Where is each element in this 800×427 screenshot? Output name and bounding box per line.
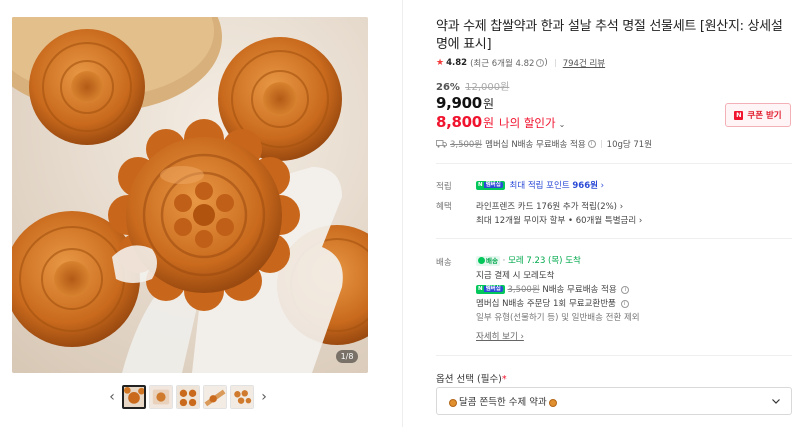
npay-badge-n: N: [478, 182, 483, 188]
shipping-summary: 3,500원 멤버십 N배송 무료배송 적용 i 10g당 71원: [436, 138, 652, 150]
free-return-text: 멤버십 N배송 주문당 1회 무료교환반품: [476, 299, 616, 309]
section-divider: [436, 355, 792, 356]
column-divider: [402, 0, 403, 427]
coupon-label: 쿠폰 받기: [747, 111, 782, 121]
thumbnail-4[interactable]: [203, 385, 227, 409]
info-icon[interactable]: i: [620, 299, 629, 308]
rating-recent: (최근 6개월 4.82: [470, 59, 535, 69]
my-discount-price[interactable]: 8,800 원 나의 할인가 ⌄: [436, 113, 565, 131]
sale-price-amount: 9,900: [436, 94, 482, 112]
review-count-link[interactable]: 794건 리뷰: [563, 57, 605, 69]
thumbnail-prev-button[interactable]: ‹: [105, 384, 119, 410]
chevron-right-icon: ›: [600, 181, 605, 191]
max-points-value: 966원: [572, 181, 598, 191]
unit-price: 10g당 71원: [606, 140, 653, 150]
shipping-original-fee: 3,500원: [450, 140, 483, 150]
chevron-down-icon[interactable]: ⌄: [559, 120, 566, 129]
chevron-left-icon: ‹: [109, 389, 115, 405]
thumbnail-image: [204, 386, 226, 408]
discount-row: 26% 12,000원: [436, 78, 509, 93]
option-label: 옵션 선택 (필수)*: [436, 371, 507, 385]
thumbnail-3[interactable]: [176, 385, 200, 409]
thumbnail-image: [231, 386, 253, 408]
npay-membership-badge: N 멤버십: [476, 285, 505, 294]
rating-recent-close: ): [544, 58, 548, 68]
product-main-image[interactable]: 1/8: [12, 17, 368, 373]
info-icon[interactable]: i: [587, 140, 596, 148]
cookie-icon: [548, 398, 557, 407]
npay-badge-n: N: [478, 286, 483, 292]
thumbnail-image: [124, 387, 144, 407]
order-note: 지금 결제 시 모레도착: [476, 271, 555, 281]
shipping-original-fee: 3,500원: [507, 285, 540, 295]
thumbnail-1[interactable]: [122, 385, 146, 409]
points-label: 적립: [436, 182, 452, 192]
thumbnail-image: [177, 386, 199, 408]
cookie-icon: [449, 398, 457, 407]
sale-price-unit: 원: [482, 97, 494, 111]
thumbnail-2[interactable]: [149, 385, 173, 409]
required-mark: *: [501, 374, 507, 385]
truck-icon: [436, 140, 447, 148]
free-return-row: 멤버십 N배송 주문당 1회 무료교환반품 i: [476, 297, 629, 309]
max-points-link[interactable]: 최대 적립 포인트 966원 ›: [510, 181, 605, 191]
card-points-perk[interactable]: 라인프렌즈 카드 176원 추가 적립(2%) ›: [476, 200, 623, 212]
option-selected-value: 달콤 쫀득한 수제 약과: [447, 394, 771, 408]
coupon-button[interactable]: N 쿠폰 받기: [725, 103, 791, 127]
info-icon[interactable]: i: [536, 59, 545, 67]
star-icon: ★: [436, 58, 445, 68]
rating-row: ★ 4.82 (최근 6개월 4.82 i ) 794건 리뷰: [436, 57, 605, 69]
chevron-down-icon: [772, 399, 780, 404]
delivery-label: 배송: [436, 258, 452, 268]
delivery-details-link[interactable]: 자세히 보기 ›: [476, 330, 524, 342]
product-title: 약과 수제 찹쌀약과 한과 설날 추석 명절 선물세트 [원산지: 상세설명에 …: [436, 19, 783, 52]
installment-perk[interactable]: 최대 12개월 무이자 할부 • 60개월 특별금리 ›: [476, 214, 642, 226]
rating-score: 4.82: [446, 58, 468, 68]
section-divider: [436, 238, 792, 239]
npay-badge-member: 멤버십: [483, 182, 503, 188]
free-shipping-text: N배송 무료배송 적용: [542, 285, 617, 295]
divider: [554, 59, 556, 67]
delivery-eta-row: 배송 · 모레 7.23 (목) 도착: [476, 254, 581, 266]
delivery-eta: 모레 7.23 (목) 도착: [508, 256, 581, 266]
points-row[interactable]: N 멤버십 최대 적립 포인트 966원 ›: [476, 179, 604, 191]
sale-price: 9,900원: [436, 93, 494, 112]
image-counter: 1/8: [336, 350, 358, 363]
chevron-right-icon: ›: [261, 389, 267, 405]
naver-n-icon: [478, 257, 485, 264]
n-delivery-badge: 배송: [476, 255, 500, 266]
max-points-text: 최대 적립 포인트: [509, 181, 570, 191]
perks-label: 혜택: [436, 202, 452, 212]
my-price-amount: 8,800: [436, 113, 482, 131]
my-price-label[interactable]: 나의 할인가: [499, 115, 556, 131]
option-label-text: 옵션 선택 (필수): [436, 374, 502, 385]
section-divider: [436, 163, 792, 164]
thumbnail-5[interactable]: [230, 385, 254, 409]
shipping-text: 멤버십 N배송 무료배송 적용: [485, 140, 586, 150]
member-free-shipping-row: N 멤버십 3,500원 N배송 무료배송 적용 i: [476, 283, 630, 295]
eta-separator: ·: [502, 256, 506, 266]
original-price: 12,000원: [465, 82, 510, 93]
divider: [600, 140, 602, 148]
discount-rate: 26%: [436, 82, 460, 93]
thumbnail-image: [150, 386, 172, 408]
naver-n-icon: N: [734, 110, 744, 120]
my-price-unit: 원: [482, 116, 494, 130]
option-selected-text: 달콤 쫀득한 수제 약과: [459, 397, 547, 408]
exception-note: 일부 유형(선물하기 등) 및 일반배송 전환 제외: [476, 313, 640, 323]
yakgwa-photo: [12, 17, 368, 373]
thumbnail-strip: ‹ ›: [105, 384, 271, 410]
option-select[interactable]: 달콤 쫀득한 수제 약과: [436, 387, 792, 415]
npay-membership-badge: N 멤버십: [476, 181, 505, 190]
thumbnail-next-button[interactable]: ›: [257, 384, 271, 410]
n-delivery-badge-text: 배송: [486, 256, 498, 265]
info-icon[interactable]: i: [621, 285, 630, 294]
npay-badge-member: 멤버십: [483, 286, 503, 292]
